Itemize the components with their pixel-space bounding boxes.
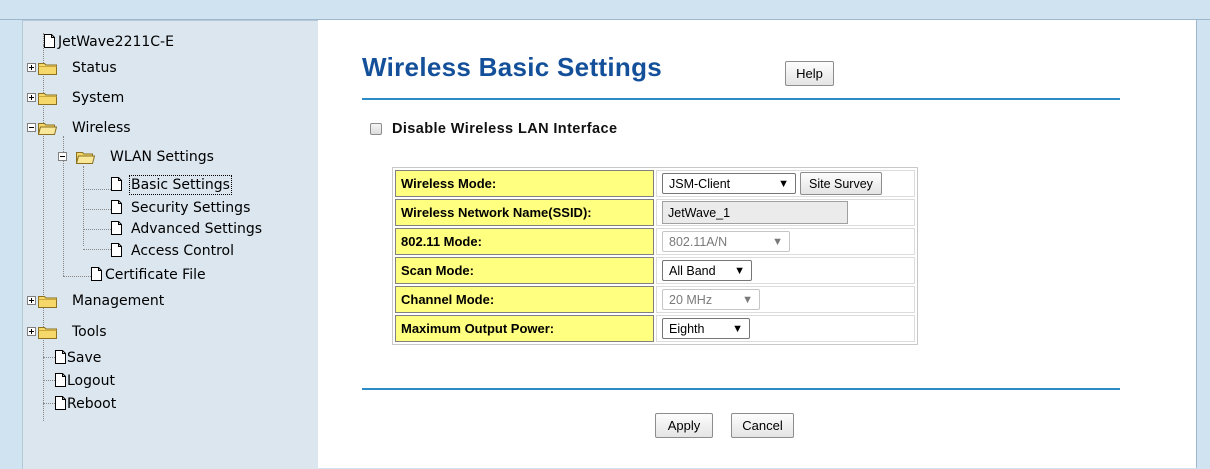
cancel-button[interactable]: Cancel [731,413,794,438]
scan-mode-cell: All Band ▼ [656,257,915,284]
site-survey-button[interactable]: Site Survey [800,172,882,195]
tree-connector [83,209,111,210]
bottom-divider [362,388,1120,390]
dropdown-arrow-icon: ▼ [742,293,753,306]
tree-connector [83,189,111,190]
tree-connector [43,403,55,404]
max-output-power-label: Maximum Output Power: [395,315,654,342]
content-frame: Wireless Basic Settings Help Disable Wir… [318,20,1196,468]
tree-item-label: Logout [67,373,115,389]
table-row: 802.11 Mode: 802.11A/N ▼ [395,228,915,255]
folder-icon [38,296,57,308]
wireless-mode-value: JSM-Client [669,176,731,191]
tree-item-label: Basic Settings [129,175,232,195]
tree-root-label: JetWave2211C-E [58,34,174,50]
disable-wlan-label: Disable Wireless LAN Interface [392,121,618,137]
tree-item-label: Wireless [72,120,131,136]
scan-mode-value: All Band [669,263,716,278]
channel-mode-cell: 20 MHz ▼ [656,286,915,313]
page-icon [55,350,66,364]
expand-plus-icon[interactable] [27,93,36,102]
tree-item-label: Status [72,60,117,76]
navigation-tree: JetWave2211C-E Status System Wireless WL… [23,21,319,469]
tree-connector [63,276,91,277]
dropdown-arrow-icon: ▼ [778,177,789,190]
disable-wlan-checkbox[interactable] [370,123,382,135]
dropdown-arrow-icon: ▼ [734,264,745,277]
page-icon [91,267,102,281]
table-row: Scan Mode: All Band ▼ [395,257,915,284]
collapse-minus-icon[interactable] [27,123,36,132]
tree-connector [83,166,84,246]
wireless-settings-table: Wireless Mode: JSM-Client ▼ Site Survey … [392,167,918,345]
80211-mode-cell: 802.11A/N ▼ [656,228,915,255]
table-row: Wireless Network Name(SSID): JetWave_1 [395,199,915,226]
wireless-mode-label: Wireless Mode: [395,170,654,197]
tree-item-label: Management [72,293,165,309]
tree-item-label: Certificate File [105,267,206,283]
tree-item-label: Advanced Settings [131,221,263,237]
80211-mode-label: 802.11 Mode: [395,228,654,255]
dropdown-arrow-icon: ▼ [732,322,743,335]
tree-connector [43,380,55,381]
max-output-power-cell: Eighth ▼ [656,315,915,342]
page-title: Wireless Basic Settings [362,52,663,82]
page-icon [55,396,66,410]
open-folder-icon [76,152,95,164]
expand-plus-icon[interactable] [27,63,36,72]
expand-plus-icon[interactable] [27,327,36,336]
page-icon [55,373,66,387]
tree-item-label: Security Settings [131,200,251,216]
help-button[interactable]: Help [785,61,834,86]
channel-mode-select[interactable]: 20 MHz ▼ [662,289,760,310]
disable-wlan-row: Disable Wireless LAN Interface [370,120,617,138]
folder-icon [38,93,57,105]
tree-item-label: Save [67,350,102,366]
tree-connector [43,357,55,358]
collapse-minus-icon[interactable] [58,152,67,161]
page-icon [44,34,55,48]
expand-plus-icon[interactable] [27,296,36,305]
open-folder-icon [38,123,57,135]
table-row: Maximum Output Power: Eighth ▼ [395,315,915,342]
scan-mode-label: Scan Mode: [395,257,654,284]
ssid-cell: JetWave_1 [656,199,915,226]
wireless-mode-cell: JSM-Client ▼ Site Survey [656,170,915,197]
top-divider [362,98,1120,100]
ssid-label: Wireless Network Name(SSID): [395,199,654,226]
navigation-sidebar: JetWave2211C-E Status System Wireless WL… [22,20,319,469]
tree-item-label: Access Control [131,243,234,259]
wireless-mode-select[interactable]: JSM-Client ▼ [662,173,796,194]
apply-button[interactable]: Apply [655,413,713,438]
folder-icon [38,63,57,75]
tree-connector [83,249,111,250]
channel-mode-label: Channel Mode: [395,286,654,313]
max-output-power-select[interactable]: Eighth ▼ [662,318,750,339]
page-icon [111,200,122,214]
80211-mode-value: 802.11A/N [669,234,728,249]
page-icon [111,177,122,191]
tree-connector [83,229,111,230]
page-icon [111,243,122,257]
scan-mode-select[interactable]: All Band ▼ [662,260,752,281]
folder-icon [38,327,57,339]
tree-item-label: System [72,90,125,106]
frame-right-border [1196,20,1210,468]
80211-mode-select[interactable]: 802.11A/N ▼ [662,231,790,252]
channel-mode-value: 20 MHz [669,292,713,307]
ssid-input[interactable]: JetWave_1 [662,201,848,224]
tree-item-label: Tools [72,324,107,340]
table-row: Wireless Mode: JSM-Client ▼ Site Survey [395,170,915,197]
page-icon [111,221,122,235]
tree-item-label: WLAN Settings [110,149,214,165]
dropdown-arrow-icon: ▼ [772,235,783,248]
max-output-power-value: Eighth [669,321,705,336]
tree-item-label: Reboot [67,396,117,412]
table-row: Channel Mode: 20 MHz ▼ [395,286,915,313]
